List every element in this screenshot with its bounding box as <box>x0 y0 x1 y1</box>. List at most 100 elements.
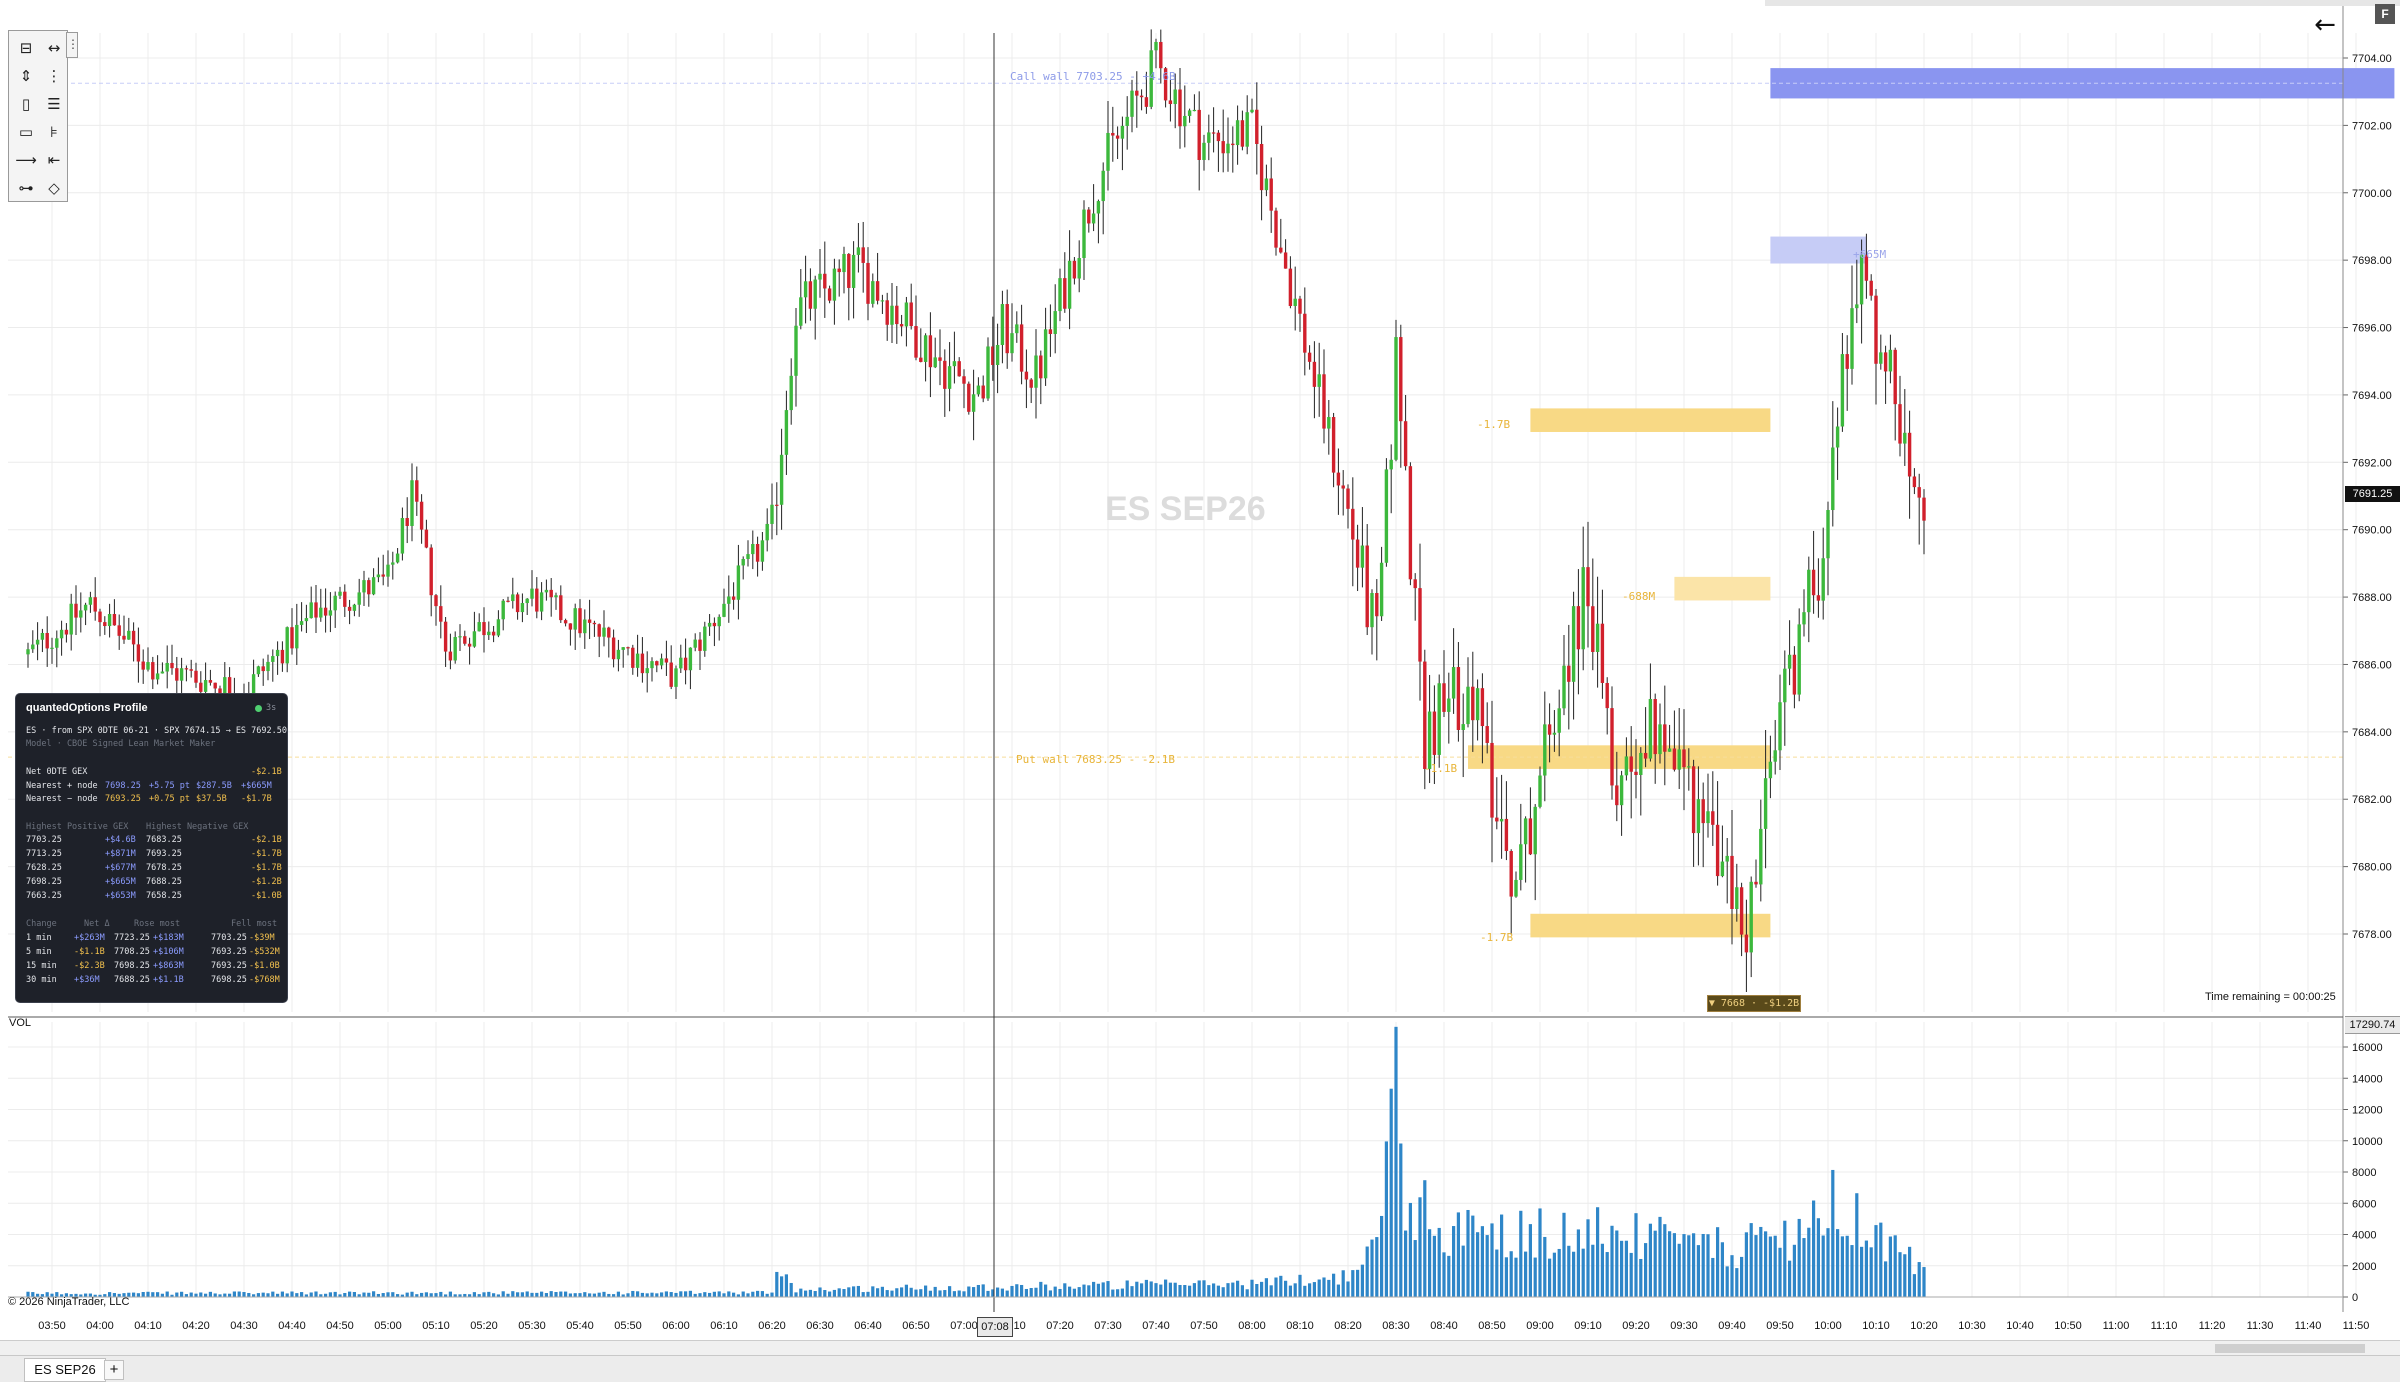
candle-body <box>659 658 664 666</box>
volume-bar <box>1236 1280 1240 1297</box>
extended-line-icon[interactable]: ⇤ <box>41 147 67 173</box>
neg-price: 7658.25 <box>146 891 182 901</box>
neg-gex-header: Highest Negative GEX <box>146 822 249 832</box>
line-segment-icon[interactable]: ⊶ <box>13 175 39 201</box>
volume-bar <box>1408 1202 1412 1297</box>
candle-body <box>1759 828 1763 885</box>
candle-body <box>1120 125 1125 139</box>
candle-body <box>127 630 131 640</box>
volume-bar <box>189 1292 193 1297</box>
candle-body <box>511 594 515 602</box>
ray-icon[interactable]: ⟶ <box>13 147 39 173</box>
volume-bar <box>1149 1281 1153 1297</box>
volume-bar <box>1836 1229 1840 1297</box>
add-tab-button[interactable]: + <box>104 1360 124 1380</box>
measure-icon[interactable]: ↔ <box>41 35 67 61</box>
change-row: 30 min +$36M 7688.25 +$1.1B 7698.25 -$768M <box>16 975 287 989</box>
volume-bar <box>722 1293 726 1297</box>
candle-body <box>1711 811 1715 825</box>
toolbar-grip-icon[interactable]: ⋮ <box>66 32 79 58</box>
candle-body <box>1461 724 1465 730</box>
volume-bar <box>1898 1252 1902 1297</box>
candle-body <box>1600 623 1605 683</box>
volume-bar <box>1111 1289 1115 1297</box>
net-gex-value: -$2.1B <box>251 767 282 777</box>
volume-bar <box>165 1291 169 1297</box>
candle-body <box>1303 313 1307 353</box>
volume-bar <box>1840 1236 1844 1297</box>
neg-price: 7693.25 <box>146 849 182 859</box>
volume-bar <box>1476 1232 1480 1297</box>
candle-body <box>1917 487 1921 498</box>
candle-body <box>1293 298 1297 307</box>
volume-bar <box>1063 1283 1067 1297</box>
volume-bar <box>1471 1215 1475 1297</box>
rectangle-icon[interactable]: ▭ <box>13 119 39 145</box>
chart-grid <box>8 33 2357 1298</box>
candle-body <box>1576 606 1581 650</box>
candle-body <box>1739 887 1744 935</box>
draw-arrows-icon[interactable]: ⇕ <box>13 63 39 89</box>
diamond-icon[interactable]: ◇ <box>41 175 67 201</box>
gex-node-label: +665M <box>1853 248 1887 261</box>
volume-axis[interactable]: 16000 14000 12000 10000 8000 6000 4000 2000 0 <box>2343 1042 2383 1304</box>
volume-bar <box>136 1293 140 1297</box>
candle-body <box>1317 374 1321 387</box>
horizontal-scrollbar[interactable] <box>0 1340 2400 1356</box>
time-tick-label: 11:50 <box>2342 1320 2370 1332</box>
volume-bar <box>1514 1257 1518 1297</box>
volume-bar <box>904 1284 908 1297</box>
volume-bar <box>549 1291 553 1297</box>
ruler-icon[interactable]: ⊟ <box>13 35 39 61</box>
volume-bar <box>429 1293 433 1297</box>
candle-body <box>899 324 904 327</box>
back-arrow-icon[interactable]: ← <box>2310 10 2340 40</box>
candle-body <box>506 600 510 602</box>
candle-body <box>343 591 347 607</box>
gex-row: 7703.25 +$4.6B 7683.25 -$2.1B <box>16 835 287 849</box>
change-col-fell: Fell most <box>231 919 278 929</box>
candle-body <box>463 636 467 644</box>
candle-body <box>1907 432 1912 477</box>
tab-es-sep26[interactable]: ES SEP26 <box>24 1358 106 1382</box>
fib-icon[interactable]: ⊧ <box>41 119 67 145</box>
candle-body <box>578 608 582 634</box>
candle-body <box>573 608 577 630</box>
volume-bar <box>943 1290 947 1297</box>
candle-body <box>1000 304 1005 345</box>
candle-body <box>727 596 731 604</box>
candle-body <box>1634 771 1638 776</box>
time-tick-label: 05:30 <box>518 1320 546 1332</box>
volume-bar <box>1706 1234 1710 1297</box>
chart-canvas[interactable]: 7704.00 7702.00 7700.00 7698.00 7696.00 7694.… <box>0 0 2400 1381</box>
candle-body <box>1691 766 1696 834</box>
candle-body <box>1504 818 1509 852</box>
volume-bar <box>271 1291 275 1297</box>
candle-body <box>1720 861 1725 877</box>
candle-body <box>1269 178 1273 211</box>
volume-bar <box>300 1292 304 1297</box>
vertical-line-icon[interactable]: ⋮ <box>41 63 67 89</box>
scrollbar-thumb[interactable] <box>2215 1344 2365 1353</box>
volume-bar <box>1005 1290 1009 1297</box>
candle-body <box>1207 132 1211 143</box>
candle-body <box>1255 109 1259 145</box>
pos-value: +$665M <box>105 877 136 887</box>
candle-body <box>1447 698 1451 712</box>
candle-body <box>45 632 49 649</box>
volume-bar <box>1029 1288 1033 1297</box>
horizontal-lines-icon[interactable]: ☰ <box>41 91 67 117</box>
candle-body <box>554 595 558 598</box>
candle-body <box>256 666 261 675</box>
volume-bar <box>1106 1281 1110 1297</box>
candle-body <box>1379 562 1384 617</box>
candle-body <box>309 602 313 619</box>
volume-bar <box>247 1292 251 1297</box>
candle-body <box>93 597 97 612</box>
candle-body <box>1567 665 1571 682</box>
candle-body <box>122 635 126 640</box>
f-button[interactable]: F <box>2375 4 2395 24</box>
candle-body <box>1394 337 1398 460</box>
neg-value: -$2.1B <box>251 835 282 845</box>
rectangle-tall-icon[interactable]: ▯ <box>13 91 39 117</box>
